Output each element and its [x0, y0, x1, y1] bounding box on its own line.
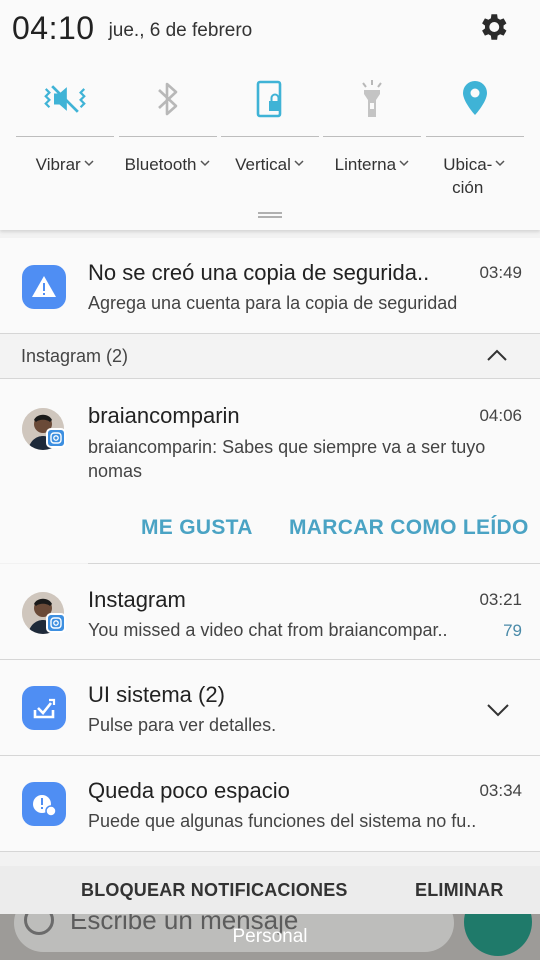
notification-title: Queda poco espacio [88, 778, 290, 803]
tile-label-text: Vibrar [35, 155, 81, 174]
like-button[interactable]: ME GUSTA [141, 516, 253, 540]
tile-divider [16, 136, 115, 137]
tile-divider [425, 136, 524, 137]
notification-count: 79 [503, 621, 522, 640]
notification-time: 04:06 [479, 406, 522, 425]
notification-time: 03:49 [479, 263, 522, 282]
tile-flashlight[interactable]: Linterna [321, 74, 423, 199]
date[interactable]: jue., 6 de febrero [109, 20, 253, 42]
tile-label-text: Linterna [334, 155, 397, 174]
notification-instagram-video[interactable]: Instagram You missed a video chat from b… [0, 564, 540, 659]
notification-text: Agrega una cuenta para la copia de segur… [88, 293, 458, 313]
chevron-down-icon [84, 160, 94, 167]
rotation-lock-icon[interactable] [248, 74, 292, 124]
tile-label-text: Ubica- ción [443, 155, 493, 197]
status-row: 04:10 jue., 6 de febrero [12, 8, 252, 48]
chevron-down-icon [495, 160, 505, 167]
chevron-down-icon[interactable] [486, 702, 510, 718]
tile-divider [118, 136, 217, 137]
notification-text: Pulse para ver detalles. [88, 715, 277, 735]
tile-rotation[interactable]: Vertical [219, 74, 321, 199]
notification-title: No se creó una copia de segurida.. [88, 260, 430, 285]
chevron-down-icon [399, 160, 409, 167]
divider [0, 851, 540, 852]
chevron-down-icon [294, 160, 304, 167]
settings-gear-icon[interactable] [476, 10, 510, 44]
tile-label-location[interactable]: Ubica- ción [443, 153, 506, 199]
clock: 04:10 [12, 9, 95, 46]
tile-divider [323, 136, 422, 137]
notification-backup[interactable]: No se creó una copia de segurida.. Agreg… [0, 238, 540, 333]
notification-text: Puede que algunas funciones del sistema … [88, 811, 477, 831]
tile-label-vibrate[interactable]: Vibrar [36, 153, 95, 176]
tile-label-rotation[interactable]: Vertical [235, 153, 305, 176]
tile-divider [220, 136, 319, 137]
tile-label-bluetooth[interactable]: Bluetooth [125, 153, 211, 176]
notification-actions-bar: BLOQUEAR NOTIFICACIONES ELIMINAR [0, 866, 540, 914]
clear-all-button[interactable]: ELIMINAR [415, 880, 504, 901]
block-notifications-button[interactable]: BLOQUEAR NOTIFICACIONES [81, 880, 348, 901]
mark-read-button[interactable]: MARCAR COMO LEÍDO [289, 516, 529, 540]
chevron-down-icon [199, 160, 210, 167]
chevron-up-icon[interactable] [486, 348, 508, 362]
bluetooth-icon[interactable] [146, 74, 190, 124]
notification-time: 03:34 [479, 781, 522, 800]
profile-label: Personal [232, 926, 308, 947]
tile-label-text: Vertical [235, 155, 291, 174]
notification-time: 03:21 [479, 590, 522, 609]
location-icon[interactable] [453, 74, 497, 124]
instagram-icon [46, 428, 66, 448]
storage-warning-icon [22, 782, 66, 826]
tile-location[interactable]: Ubica- ción [424, 74, 526, 199]
quick-settings-panel: 04:10 jue., 6 de febrero Vibrar Bluetoot… [0, 0, 540, 230]
instagram-group-header[interactable]: Instagram (2) [0, 334, 540, 378]
notification-system-ui[interactable]: UI sistema (2) Pulse para ver detalles. [0, 660, 540, 755]
flashlight-icon[interactable] [350, 74, 394, 124]
instagram-icon [46, 613, 66, 633]
vibrate-icon[interactable] [43, 74, 87, 124]
notification-text: braiancomparin: Sabes que siempre va a s… [88, 437, 486, 481]
notification-storage[interactable]: Queda poco espacio Puede que algunas fun… [0, 756, 540, 851]
system-update-icon [22, 686, 66, 730]
quick-tiles: Vibrar Bluetooth Vertical Linterna Ubica… [14, 74, 526, 199]
tile-vibrate[interactable]: Vibrar [14, 74, 116, 199]
notification-text: You missed a video chat from braiancompa… [88, 620, 448, 640]
group-title: Instagram (2) [21, 346, 129, 366]
tile-label-text: Bluetooth [124, 155, 197, 174]
warning-icon [22, 265, 66, 309]
notification-title: braiancomparin [88, 403, 240, 428]
drag-handle[interactable] [258, 212, 282, 218]
tile-bluetooth[interactable]: Bluetooth [116, 74, 218, 199]
tile-label-flashlight[interactable]: Linterna [335, 153, 410, 176]
notification-title: UI sistema (2) [88, 682, 225, 707]
notification-title: Instagram [88, 587, 186, 612]
